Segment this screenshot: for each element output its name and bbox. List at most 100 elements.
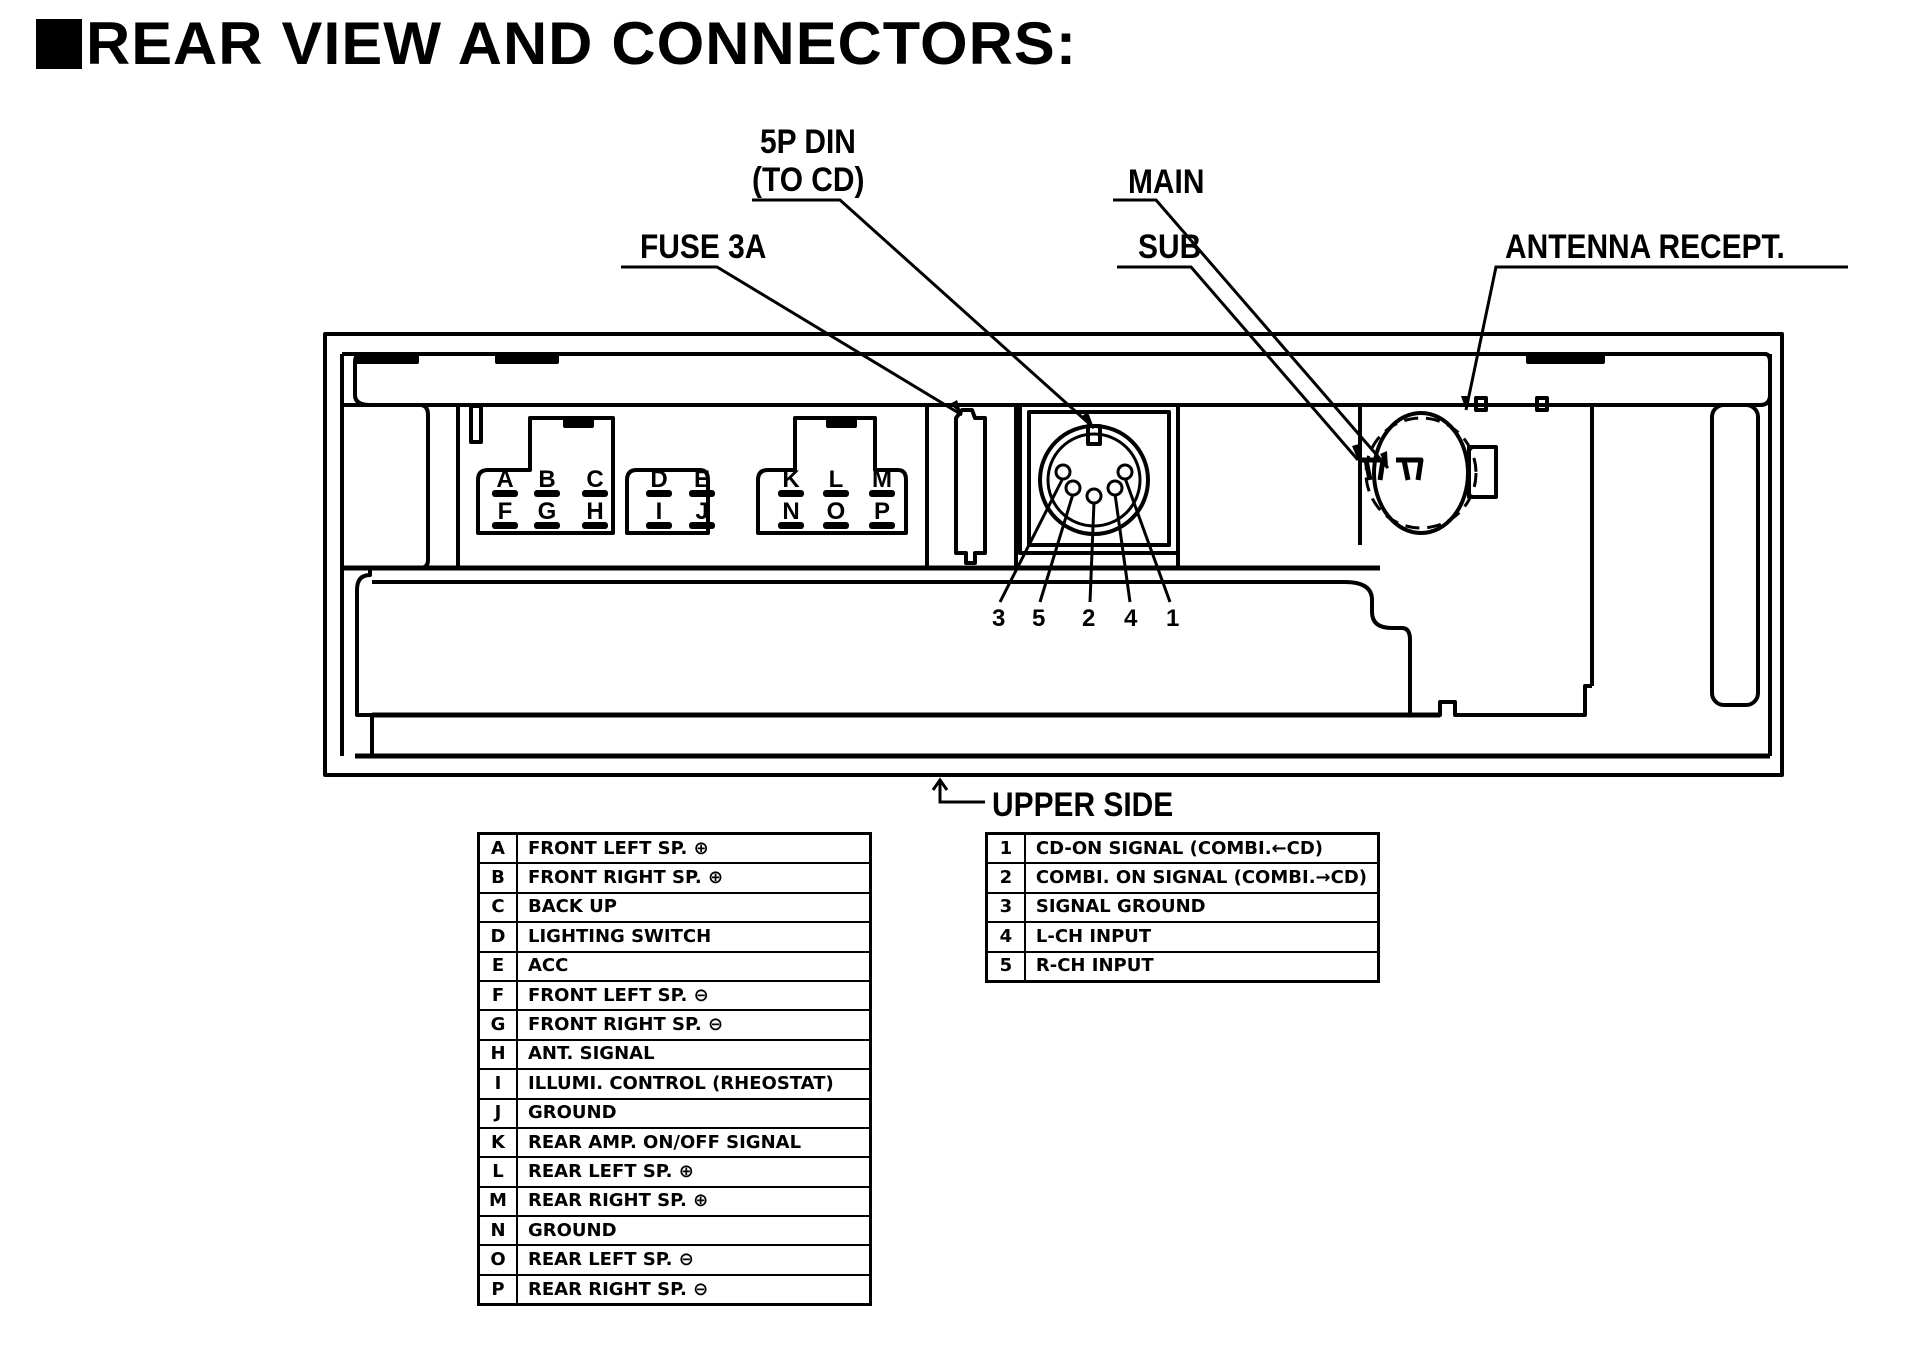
table-row: H ANT. SIGNAL — [477, 1038, 872, 1071]
antenna-clip — [1467, 445, 1498, 499]
antenna-main-jack — [1396, 457, 1424, 481]
pin-function: R-CH INPUT — [1023, 950, 1380, 983]
pin-function: BACK UP — [516, 891, 872, 924]
table-row: A FRONT LEFT SP. ⊕ — [477, 832, 872, 865]
connector-pin-letter: C — [586, 466, 603, 493]
pin-label: G — [477, 1009, 518, 1041]
connector-pin-contact — [582, 522, 608, 529]
connector-pin-letter: D — [650, 466, 667, 493]
connector-pin-contact — [534, 522, 560, 529]
connector-pin-letter: M — [872, 466, 892, 493]
pin-function: COMBI. ON SIGNAL (COMBI.→CD) — [1023, 862, 1380, 894]
pin-function: REAR LEFT SP. ⊕ — [516, 1156, 872, 1188]
connector-pin-contact — [778, 490, 804, 497]
connector-pin-letter: P — [874, 498, 890, 525]
table-row: N GROUND — [477, 1215, 872, 1247]
din-number: 5 — [1032, 605, 1045, 632]
din-pin-numbers: 3 5 2 4 1 — [992, 605, 1179, 632]
din-pin-4 — [1106, 479, 1124, 497]
pin-label: K — [477, 1126, 518, 1159]
pin-label: I — [477, 1068, 518, 1100]
table-row: 2 COMBI. ON SIGNAL (COMBI.→CD) — [985, 862, 1380, 894]
connector-pin-contact — [689, 490, 715, 497]
lower-body-step — [372, 580, 1592, 717]
connector-pin-contact — [689, 522, 715, 529]
left-latch — [342, 403, 430, 570]
pin-function: GROUND — [516, 1215, 872, 1247]
connector-pin-letter: K — [782, 466, 800, 493]
connector-pin-letter: H — [586, 498, 603, 525]
pin-function: REAR AMP. ON/OFF SIGNAL — [516, 1126, 872, 1159]
lower-body-left — [355, 568, 374, 756]
top-tab — [355, 354, 419, 364]
pin-function: FRONT LEFT SP. ⊖ — [516, 979, 872, 1012]
main-connector-table: A FRONT LEFT SP. ⊕ B FRONT RIGHT SP. ⊕ C BACK… — [477, 832, 872, 1307]
pin-label: B — [477, 862, 518, 894]
table-row: B FRONT RIGHT SP. ⊕ — [477, 862, 872, 894]
pin-label: E — [477, 950, 518, 982]
connector-pin-letter: F — [498, 498, 513, 525]
pin-label: 2 — [985, 862, 1026, 894]
pin-label: 3 — [985, 891, 1026, 924]
din-pin-3 — [1054, 463, 1072, 481]
table-row: J GROUND — [477, 1097, 872, 1129]
pin-function: GROUND — [516, 1097, 872, 1129]
din-pin-2 — [1085, 487, 1103, 505]
connector-pins: A B C F G H D E I J K L M N O P — [492, 466, 895, 529]
pin-label: F — [477, 979, 518, 1012]
connector-pin-letter: O — [827, 498, 846, 525]
pin-label: 1 — [985, 832, 1026, 865]
pin-label: N — [477, 1215, 518, 1247]
table-row: D LIGHTING SWITCH — [477, 921, 872, 953]
connector-pin-contact — [869, 522, 895, 529]
pin-function: SIGNAL GROUND — [1023, 891, 1380, 924]
pin-label: M — [477, 1185, 518, 1218]
pin-label: A — [477, 832, 518, 865]
din-pin-1 — [1116, 463, 1134, 481]
table-row: G FRONT RIGHT SP. ⊖ — [477, 1009, 872, 1041]
connector-pin-contact — [823, 490, 849, 497]
table-row: C BACK UP — [477, 891, 872, 924]
connector-pin-contact — [492, 490, 518, 497]
connector-pin-letter: N — [782, 498, 799, 525]
pin-function: L-CH INPUT — [1023, 921, 1380, 953]
leader-din — [752, 198, 1096, 430]
connector-pin-contact — [492, 522, 518, 529]
din-number: 4 — [1124, 605, 1138, 632]
table-row: P REAR RIGHT SP. ⊖ — [477, 1273, 872, 1306]
connector-pin-letter: L — [829, 466, 844, 493]
pin-label: L — [477, 1156, 518, 1188]
pin-label: J — [477, 1097, 518, 1129]
connector-pin-contact — [869, 490, 895, 497]
pin-label: C — [477, 891, 518, 924]
table-row: O REAR LEFT SP. ⊖ — [477, 1244, 872, 1276]
bay-tab — [469, 404, 483, 444]
connector-pin-letter: A — [496, 466, 513, 493]
pin-label: P — [477, 1273, 518, 1306]
table-row: 1 CD-ON SIGNAL (COMBI.←CD) — [985, 832, 1380, 865]
leader-fuse — [621, 265, 963, 417]
pin-label: 4 — [985, 921, 1026, 953]
pin-function: REAR RIGHT SP. ⊖ — [516, 1273, 872, 1306]
pin-function: ANT. SIGNAL — [516, 1038, 872, 1071]
connector-pin-contact — [823, 522, 849, 529]
pin-function: LIGHTING SWITCH — [516, 921, 872, 953]
pin-function: REAR RIGHT SP. ⊕ — [516, 1185, 872, 1218]
connector-pin-letter: E — [694, 466, 710, 493]
din-number: 1 — [1166, 605, 1179, 632]
connector-pin-contact — [646, 490, 672, 497]
top-tab — [495, 354, 559, 364]
table-row: I ILLUMI. CONTROL (RHEOSTAT) — [477, 1068, 872, 1100]
table-row: 4 L-CH INPUT — [985, 921, 1380, 953]
fuse-holder — [954, 408, 987, 565]
pin-label: H — [477, 1038, 518, 1071]
connector-pin-letter: I — [656, 498, 663, 525]
pin-function: ACC — [516, 950, 872, 982]
connector-pin-letter: J — [695, 498, 708, 525]
upper-side-arrow — [938, 782, 985, 804]
connector-pin-contact — [582, 490, 608, 497]
din-number: 2 — [1082, 605, 1095, 632]
leader-antenna — [1464, 265, 1848, 411]
connector-pin-contact — [778, 522, 804, 529]
pin-function: FRONT RIGHT SP. ⊖ — [516, 1009, 872, 1041]
